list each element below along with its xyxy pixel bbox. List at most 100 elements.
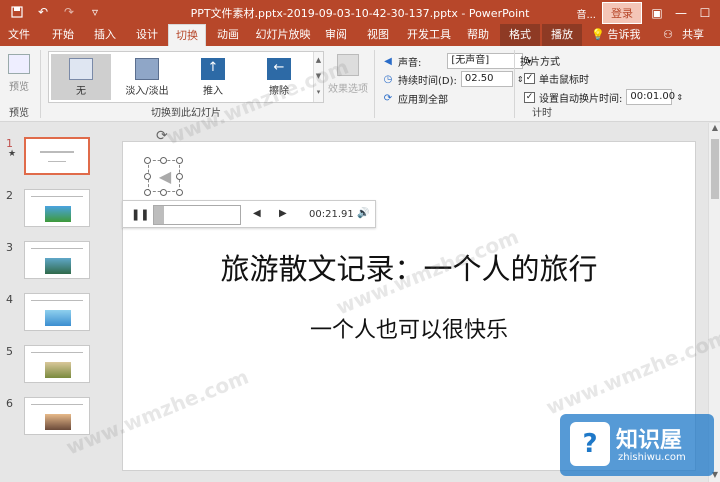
title-right-controls: 音... 登录 ▣ — ☐ — [576, 2, 714, 24]
gallery-scroll[interactable]: ▲ ▼ ▾ — [313, 52, 323, 102]
skip-back-icon[interactable]: ◀ — [253, 208, 261, 219]
resize-handle[interactable] — [160, 189, 167, 196]
after-label: 设置自动换片时间: — [539, 93, 623, 105]
slide-thumbnail[interactable]: 3 — [6, 241, 102, 283]
thumbnail-line — [31, 196, 83, 197]
resize-handle[interactable] — [144, 173, 151, 180]
tab-help[interactable]: 帮助 — [460, 24, 496, 46]
login-button[interactable]: 登录 — [602, 2, 642, 24]
thumbnail-image — [45, 258, 71, 274]
media-player-bar: ❚❚ ◀ ▶ 00:21.91 🔊 — [122, 200, 376, 228]
speaker-icon: ◀ — [158, 167, 172, 186]
duration-label: 持续时间(D): — [398, 75, 457, 87]
tab-home[interactable]: 开始 — [46, 24, 80, 46]
transition-fade[interactable]: 淡入/淡出 — [117, 54, 177, 100]
quick-access-toolbar: ↶ ↷ ▿ — [6, 3, 106, 21]
thumbnail-image — [45, 362, 71, 378]
slide-number: 3 — [6, 241, 13, 254]
thumbnail-preview — [24, 345, 90, 383]
transition-none[interactable]: 无 — [51, 54, 111, 100]
resize-handle[interactable] — [176, 157, 183, 164]
effect-options-button[interactable]: 效果选项 — [326, 52, 370, 100]
transition-push[interactable]: ↑ 推入 — [183, 54, 243, 100]
ribbon-separator — [40, 50, 41, 118]
slide-number: 4 — [6, 293, 13, 306]
thumbnail-preview — [24, 241, 90, 279]
resize-handle[interactable] — [176, 173, 183, 180]
tab-review[interactable]: 审阅 — [318, 24, 354, 46]
tell-me-search[interactable]: 告诉我 — [606, 24, 642, 46]
volume-icon[interactable]: 🔊 — [357, 208, 369, 219]
scrollbar-thumb[interactable] — [711, 139, 719, 199]
duration-input[interactable]: 02.50 — [460, 71, 513, 87]
thumbnail-image — [45, 206, 71, 222]
tab-animations[interactable]: 动画 — [210, 24, 246, 46]
preview-icon — [8, 54, 30, 74]
ribbon-display-options-icon[interactable]: ▣ — [648, 4, 666, 22]
undo-icon[interactable]: ↶ — [32, 3, 54, 21]
slide-number: 2 — [6, 189, 13, 202]
thumbnail-line — [40, 151, 74, 153]
resize-handle[interactable] — [144, 157, 151, 164]
scroll-up-icon[interactable]: ▲ — [709, 123, 720, 135]
slide-thumbnail[interactable]: 6 — [6, 397, 102, 439]
slide-title[interactable]: 旅游散文记录：一个人的旅行 — [123, 246, 695, 288]
transition-none-icon — [69, 58, 93, 80]
effect-options-icon — [337, 54, 359, 76]
transition-fade-icon — [135, 58, 159, 80]
media-progress-bar[interactable] — [153, 205, 241, 225]
share-button[interactable]: 共享 — [676, 24, 710, 46]
lightbulb-icon: 💡 — [591, 28, 605, 41]
advance-title-row: 换片方式 — [520, 53, 560, 68]
group-label-timing: 计时 — [532, 108, 552, 119]
on-click-row: ✓ 单击鼠标时 — [524, 71, 589, 86]
tab-insert[interactable]: 插入 — [88, 24, 122, 46]
thumbnail-line — [31, 248, 83, 249]
redo-icon[interactable]: ↷ — [58, 3, 80, 21]
push-arrow-icon: ↑ — [201, 58, 225, 80]
spinner-icon[interactable]: ⇕ — [517, 75, 524, 84]
pause-icon[interactable]: ❚❚ — [131, 208, 149, 221]
slide-thumbnail[interactable]: 4 — [6, 293, 102, 335]
tab-playback[interactable]: 播放 — [542, 24, 582, 46]
tab-format[interactable]: 格式 — [500, 24, 540, 46]
tab-transitions[interactable]: 切换 — [168, 24, 206, 46]
resize-handle[interactable] — [144, 189, 151, 196]
slide-thumbnail[interactable]: 2 — [6, 189, 102, 231]
thumbnail-image — [45, 414, 71, 430]
tab-slideshow[interactable]: 幻灯片放映 — [252, 24, 314, 46]
transition-label: 淡入/淡出 — [125, 86, 169, 97]
slide-number: 5 — [6, 345, 13, 358]
resize-handle[interactable] — [160, 157, 167, 164]
slide-thumbnail[interactable]: 5 — [6, 345, 102, 387]
preview-label: 预览 — [9, 82, 29, 93]
slide-thumbnail-panel: 1 ★ 2 3 4 5 6 — [0, 123, 106, 482]
tab-developer[interactable]: 开发工具 — [402, 24, 456, 46]
ribbon-tab-bar: 文件 开始 插入 设计 切换 动画 幻灯片放映 审阅 视图 开发工具 帮助 格式… — [0, 24, 720, 46]
tab-design[interactable]: 设计 — [130, 24, 164, 46]
sound-select[interactable]: [无声音] — [447, 53, 524, 69]
customize-icon[interactable]: ▿ — [84, 3, 106, 21]
ribbon-separator — [374, 50, 375, 118]
media-progress-fill — [154, 206, 165, 224]
thumbnail-line — [48, 161, 66, 162]
tab-view[interactable]: 视图 — [360, 24, 396, 46]
maximize-icon[interactable]: ☐ — [696, 4, 714, 22]
spinner-icon[interactable]: ⇕ — [676, 93, 683, 102]
on-click-checkbox[interactable]: ✓ — [524, 73, 535, 84]
transition-label: 无 — [76, 86, 86, 97]
slide-subtitle[interactable]: 一个人也可以很快乐 — [123, 312, 695, 344]
thumbnail-line — [31, 404, 83, 405]
rotate-handle-icon[interactable]: ⟳ — [156, 128, 168, 144]
slide-thumbnail[interactable]: 1 ★ — [6, 137, 102, 179]
transition-wipe[interactable]: ← 擦除 — [249, 54, 309, 100]
minimize-icon[interactable]: — — [672, 4, 690, 22]
thumbnail-preview — [24, 397, 90, 435]
save-icon[interactable] — [6, 3, 28, 21]
skip-forward-icon[interactable]: ▶ — [279, 208, 287, 219]
tab-file[interactable]: 文件 — [4, 24, 34, 46]
after-checkbox[interactable]: ✓ — [524, 91, 535, 103]
preview-button[interactable]: 预览 — [4, 52, 34, 100]
resize-handle[interactable] — [176, 189, 183, 196]
after-time-input[interactable]: 00:01.00 — [626, 89, 675, 105]
